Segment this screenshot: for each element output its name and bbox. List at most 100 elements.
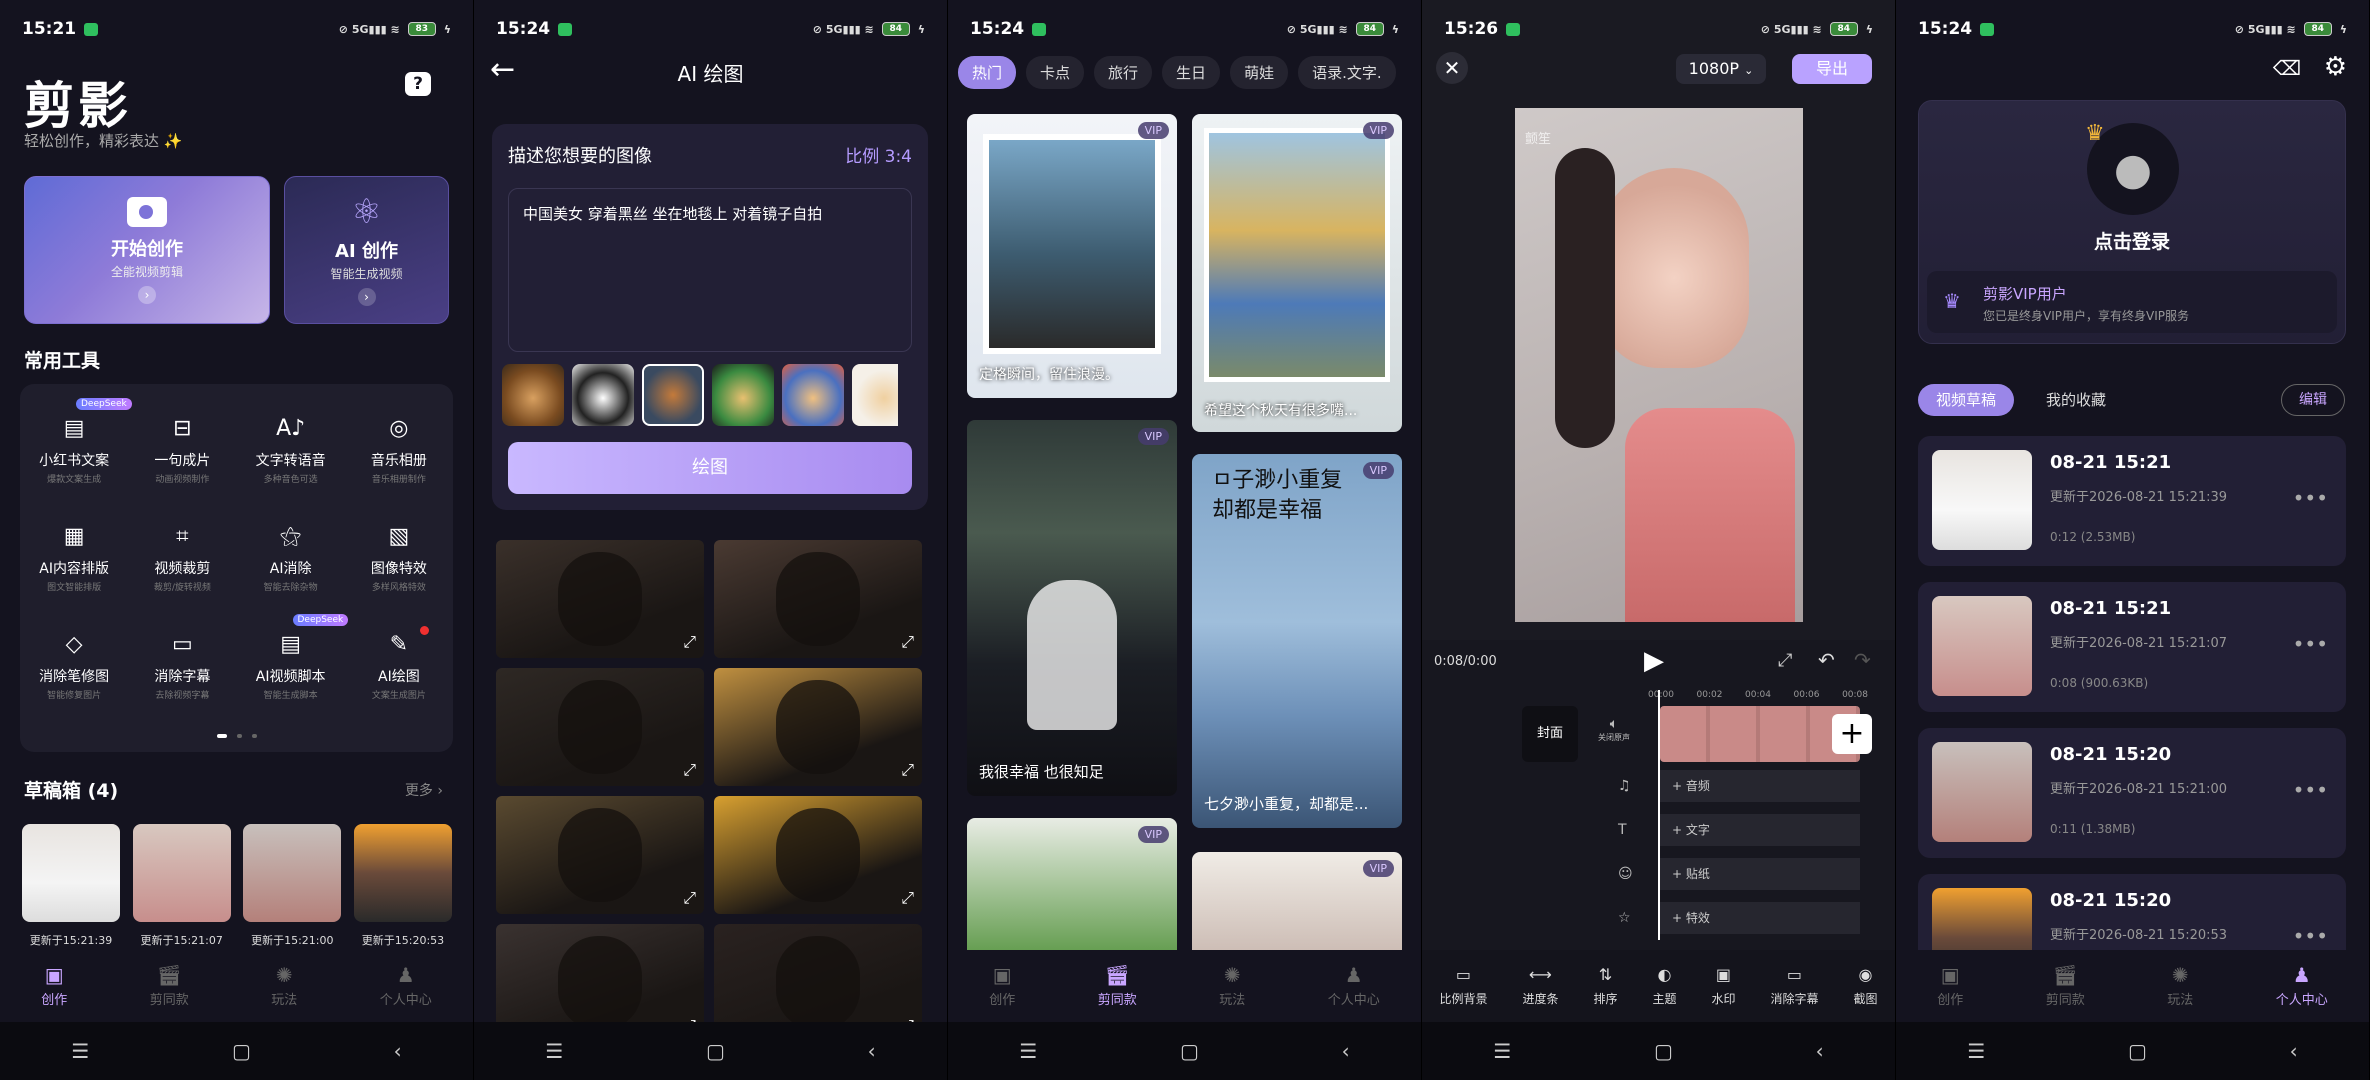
template-card[interactable]: VIP 希望这个秋天有很多嘴... [1192,114,1402,432]
expand-icon[interactable]: ⤢ [683,760,696,780]
menu-icon[interactable]: ☰ [1967,1039,1985,1063]
tool-item[interactable]: ◇ 消除笔修图 智能修复图片 [20,614,128,704]
ai-create-card[interactable]: ⚛ AI 创作 智能生成视频 › [284,176,449,324]
tab-create[interactable]: ▣ 创作 [41,965,67,1008]
back-icon[interactable]: ‹ [1342,1039,1350,1063]
expand-icon[interactable]: ⤢ [683,888,696,908]
home-icon[interactable]: ▢ [706,1039,725,1063]
result-image[interactable]: ⤢ [496,668,704,786]
more-options-icon[interactable]: ••• [2293,486,2328,510]
draft-item[interactable]: 更新于15:20:53 [353,824,452,948]
tool-item[interactable]: DeepSeek ▤ AI视频脚本 智能生成脚本 [237,614,349,704]
track-add-text[interactable]: + 文字 [1660,814,1860,846]
mute-toggle[interactable]: 🔈︎ 关闭原声 [1598,716,1630,743]
editor-tool[interactable]: ◐ 主题 [1652,965,1676,1007]
tab-create[interactable]: ▣ 创作 [1937,965,1963,1008]
menu-icon[interactable]: ☰ [1493,1039,1511,1063]
fullscreen-icon[interactable]: ⤢ [1778,650,1792,671]
back-icon[interactable]: ‹ [394,1039,402,1063]
template-card[interactable]: VIP [1192,852,1402,962]
login-button[interactable]: 点击登录 [1919,227,2345,254]
template-card[interactable]: VIP 我很幸福 也很知足 [967,420,1177,796]
draft-row[interactable]: 08-21 15:21 更新于2026-08-21 15:21:07 0:08 (9… [1918,582,2346,712]
back-icon[interactable]: ‹ [868,1039,876,1063]
style-thumb[interactable] [572,364,634,426]
editor-tool[interactable]: ▭ 比例背景 [1439,965,1487,1007]
home-icon[interactable]: ▢ [2128,1039,2147,1063]
category-chip[interactable]: 萌娃 [1230,56,1289,89]
category-chip[interactable]: 热门 [958,56,1017,89]
resolution-select[interactable]: 1080P ⌄ [1676,54,1766,84]
draft-item[interactable]: 更新于15:21:39 [22,824,120,948]
track-add-audio[interactable]: + 音频 [1660,770,1860,802]
more-options-icon[interactable]: ••• [2293,632,2328,656]
template-card[interactable]: ㅁ子渺小重复 却都是幸福 VIP 七夕渺小重复，却都是... [1192,454,1402,828]
back-icon[interactable]: ‹ [2290,1039,2298,1063]
tab-same-style[interactable]: 🎬︎ 剪同款 [2046,965,2085,1008]
tab-play[interactable]: ✺ 玩法 [1219,965,1245,1008]
tool-item[interactable]: ⌗ 视频裁剪 裁剪/旋转视频 [128,506,236,596]
tool-item[interactable]: DeepSeek ▤ 小红书文案 爆款文案生成 [20,398,132,488]
back-icon[interactable]: ‹ [1816,1039,1824,1063]
add-clip-button[interactable]: + [1832,714,1872,754]
menu-icon[interactable]: ☰ [1019,1039,1037,1063]
edit-button[interactable]: 编辑 [2281,384,2345,416]
tab-profile[interactable]: ♟ 个人中心 [1328,965,1380,1008]
tool-item[interactable]: ▦ AI内容排版 图文智能排版 [20,506,128,596]
result-image[interactable]: ⤢ [496,796,704,914]
home-icon[interactable]: ▢ [1180,1039,1199,1063]
style-thumb[interactable] [852,364,898,426]
style-thumb-selected[interactable] [642,364,704,426]
category-chip[interactable]: 旅行 [1094,56,1153,89]
editor-tool[interactable]: ⟷ 进度条 [1522,965,1558,1007]
more-options-icon[interactable]: ••• [2293,924,2328,948]
track-add-effect[interactable]: + 特效 [1660,902,1860,934]
tab-create[interactable]: ▣ 创作 [989,965,1015,1008]
result-image[interactable]: ⤢ [714,540,922,658]
tab-profile[interactable]: ♟ 个人中心 [2276,965,2328,1008]
editor-tool[interactable]: ◉ 截图 [1853,965,1877,1007]
vip-banner[interactable]: ♛ 剪影VIP用户 您已是终身VIP用户，享有终身VIP服务 [1927,271,2337,333]
tool-item[interactable]: ⚝ AI消除 智能去除杂物 [237,506,345,596]
draft-item[interactable]: 更新于15:21:00 [243,824,342,948]
style-thumb[interactable] [502,364,564,426]
expand-icon[interactable]: ⤢ [901,760,914,780]
draft-row[interactable]: 08-21 15:21 更新于2026-08-21 15:21:39 0:12 (2… [1918,436,2346,566]
undo-icon[interactable]: ↶ [1818,648,1835,672]
close-icon[interactable]: ✕ [1436,52,1468,84]
draft-row[interactable]: 08-21 15:20 更新于2026-08-21 15:20:53 ••• [1918,874,2346,956]
start-create-card[interactable]: 开始创作 全能视频剪辑 › [24,176,270,324]
result-image[interactable]: ⤢ [714,796,922,914]
home-icon[interactable]: ▢ [1654,1039,1673,1063]
cover-button[interactable]: 封面 [1522,706,1578,762]
tool-item[interactable]: A♪ 文字转语音 多种音色可选 [237,398,345,488]
tool-item[interactable]: ⊟ 一句成片 动画视频制作 [128,398,236,488]
video-preview[interactable]: 颤笙 [1515,108,1803,622]
tab-same-style[interactable]: 🎬︎ 剪同款 [1098,965,1137,1008]
ratio-selector[interactable]: 比例 3:4 [845,142,912,167]
drafts-more-link[interactable]: 更多 › [405,780,443,800]
help-icon[interactable]: ? [405,72,431,96]
export-button[interactable]: 导出 [1792,54,1872,84]
expand-icon[interactable]: ⤢ [901,888,914,908]
category-chip[interactable]: 语录.文字. [1298,56,1396,89]
tab-video-drafts[interactable]: 视频草稿 [1918,384,2014,416]
tool-item[interactable]: ▭ 消除字幕 去除视频字幕 [128,614,236,704]
editor-tool[interactable]: ⇅ 排序 [1593,965,1617,1007]
menu-icon[interactable]: ☰ [545,1039,563,1063]
draw-button[interactable]: 绘图 [508,442,912,494]
home-icon[interactable]: ▢ [232,1039,251,1063]
clean-icon[interactable]: ⌫ [2273,56,2301,80]
tab-play[interactable]: ✺ 玩法 [2167,965,2193,1008]
template-card[interactable]: VIP 定格瞬间，留住浪漫。 [967,114,1177,398]
play-icon[interactable]: ▶ [1644,646,1664,676]
more-options-icon[interactable]: ••• [2293,778,2328,802]
track-add-sticker[interactable]: + 贴纸 [1660,858,1860,890]
template-card[interactable]: VIP [967,818,1177,958]
prompt-input[interactable]: 中国美女 穿着黑丝 坐在地毯上 对着镜子自拍 [508,188,912,352]
draft-item[interactable]: 更新于15:21:07 [132,824,231,948]
tab-profile[interactable]: ♟ 个人中心 [380,965,432,1008]
result-image[interactable]: ⤢ [714,668,922,786]
menu-icon[interactable]: ☰ [71,1039,89,1063]
gear-icon[interactable]: ⚙ [2324,52,2347,82]
